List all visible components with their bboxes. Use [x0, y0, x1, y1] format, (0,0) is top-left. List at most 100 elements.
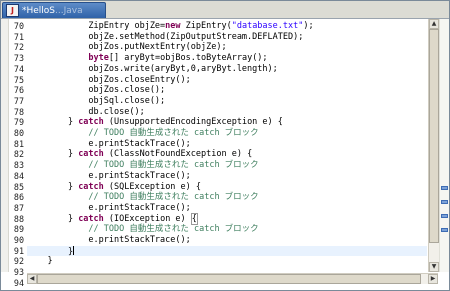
code-line[interactable]: e.printStackTrace();	[27, 203, 427, 214]
code-token: objZos.write(aryByt,0,aryByt.length);	[27, 63, 278, 74]
keyword-token: new	[165, 21, 181, 31]
code-token: (SQLException e) {	[103, 181, 202, 192]
line-number: 80	[13, 128, 24, 138]
keyword-token: catch	[78, 213, 104, 224]
horizontal-scroll-thumb[interactable]	[37, 274, 421, 284]
code-line[interactable]: e.printStackTrace();	[27, 235, 427, 246]
code-line[interactable]: e.printStackTrace();	[27, 171, 427, 182]
overview-marker[interactable]	[441, 200, 448, 204]
comment-token: // TODO 自動生成された catch ブロック	[88, 224, 259, 235]
code-token: e.printStackTrace();	[27, 235, 191, 245]
code-line[interactable]: // TODO 自動生成された catch ブロック	[27, 160, 427, 171]
code-token: ZipEntry(	[180, 21, 232, 31]
code-token: (IOException e)	[103, 213, 191, 224]
editor-tab-hello[interactable]: J *HelloS ...Java	[2, 2, 106, 18]
code-line[interactable]: }	[27, 256, 427, 267]
line-number: 90	[13, 235, 24, 245]
scroll-right-button[interactable]: ▶	[428, 274, 438, 284]
annotation-ruler	[1, 19, 9, 272]
java-file-icon: J	[6, 4, 19, 17]
line-number: 72	[13, 42, 24, 53]
line-number: 71	[13, 31, 24, 42]
line-number: 70	[13, 21, 24, 31]
code-line[interactable]: } catch (SQLException e) {	[27, 182, 427, 193]
code-token: ZipEntry objZe=	[27, 21, 166, 31]
vertical-scroll-thumb[interactable]	[429, 29, 439, 243]
line-number: 81	[13, 138, 24, 149]
code-token: );	[303, 21, 314, 31]
overview-marker[interactable]	[441, 228, 448, 232]
line-number: 75	[13, 74, 24, 85]
overview-marker[interactable]	[441, 186, 448, 190]
tab-title-overflow: ...Java	[55, 5, 83, 16]
line-number: 84	[13, 170, 24, 181]
java-editor-window: J *HelloS ...Java 70 71 72 73 74 75 76 77 78 79 80…	[0, 0, 450, 291]
line-number: 92	[13, 256, 24, 267]
code-token: }	[27, 213, 79, 224]
line-number: 87	[13, 202, 24, 213]
code-token: }	[27, 246, 74, 257]
line-number: 82	[13, 149, 24, 160]
editor-tab-bar: J *HelloS ...Java	[1, 1, 449, 19]
code-token: (UnsupportedEncodingException e) {	[103, 117, 283, 128]
code-line[interactable]: // TODO 自動生成された catch ブロック	[27, 192, 427, 203]
line-number: 79	[13, 117, 24, 128]
keyword-token: catch	[78, 117, 104, 128]
code-token: }	[27, 117, 79, 128]
code-line[interactable]: // TODO 自動生成された catch ブロック	[27, 224, 427, 235]
code-line[interactable]: }	[27, 245, 427, 257]
code-line[interactable]: objZe.setMethod(ZipOutputStream.DEFLATED…	[27, 32, 427, 43]
code-token: objZos.close();	[27, 85, 166, 96]
comment-token: // TODO 自動生成された catch ブロック	[88, 128, 259, 138]
string-token: "database.txt"	[231, 21, 304, 31]
code-token: e.printStackTrace();	[27, 170, 191, 181]
code-token: objZos.closeEntry();	[27, 74, 191, 85]
line-number: 88	[13, 213, 24, 224]
keyword-token: catch	[78, 181, 104, 192]
code-line[interactable]: } catch (ClassNotFoundException e) {	[27, 149, 427, 160]
code-line[interactable]: objZos.close();	[27, 85, 427, 96]
code-line[interactable]: // TODO 自動生成された catch ブロック	[27, 128, 427, 139]
code-token: }	[27, 181, 79, 192]
line-number-gutter: 70 71 72 73 74 75 76 77 78 79 80 81 82 83 84 85 86 87 88 89…	[9, 19, 26, 290]
keyword-token: catch	[78, 149, 104, 160]
line-number: 85	[13, 181, 24, 192]
text-cursor	[73, 245, 75, 255]
code-line[interactable]: db.close();	[27, 107, 427, 118]
tab-title: *HelloS	[22, 5, 56, 16]
comment-token: // TODO 自動生成された catch ブロック	[88, 192, 259, 203]
vertical-scrollbar[interactable]: ▲ ▼	[428, 19, 439, 272]
line-number: 91	[13, 245, 24, 256]
line-number: 77	[13, 95, 24, 106]
line-number: 89	[13, 224, 24, 235]
code-line[interactable]: objSql.close();	[27, 96, 427, 107]
code-line[interactable]: byte[] aryByt=objBos.toByteArray();	[27, 53, 427, 64]
line-number: 93	[13, 267, 24, 278]
horizontal-scrollbar[interactable]: ◀ ▶	[27, 273, 438, 284]
scroll-left-button[interactable]: ◀	[27, 274, 37, 284]
code-token: }	[27, 256, 53, 267]
code-line[interactable]: objZos.closeEntry();	[27, 75, 427, 86]
code-area[interactable]: ZipEntry objZe=new ZipEntry("database.tx…	[27, 19, 427, 272]
code-line[interactable]: } catch (IOException e) {	[27, 212, 427, 225]
code-token: e.printStackTrace();	[27, 138, 191, 149]
code-line[interactable]: objZos.write(aryByt,0,aryByt.length);	[27, 64, 427, 75]
scroll-down-button[interactable]: ▼	[429, 262, 439, 272]
keyword-token: byte	[88, 53, 109, 64]
code-line[interactable]: objZos.putNextEntry(objZe);	[27, 42, 427, 53]
code-token: objZe.setMethod(ZipOutputStream.DEFLATED…	[27, 31, 304, 42]
line-number: 78	[13, 106, 24, 117]
code-line[interactable]: } catch (UnsupportedEncodingException e)…	[27, 117, 427, 128]
line-number: 74	[13, 63, 24, 74]
code-line[interactable]	[27, 267, 427, 272]
code-line[interactable]: e.printStackTrace();	[27, 139, 427, 150]
scroll-up-button[interactable]: ▲	[429, 19, 439, 29]
overview-marker[interactable]	[441, 214, 448, 218]
line-number: 73	[13, 53, 24, 64]
code-line[interactable]: ZipEntry objZe=new ZipEntry("database.tx…	[27, 21, 427, 32]
code-token: (ClassNotFoundException e) {	[103, 149, 253, 160]
